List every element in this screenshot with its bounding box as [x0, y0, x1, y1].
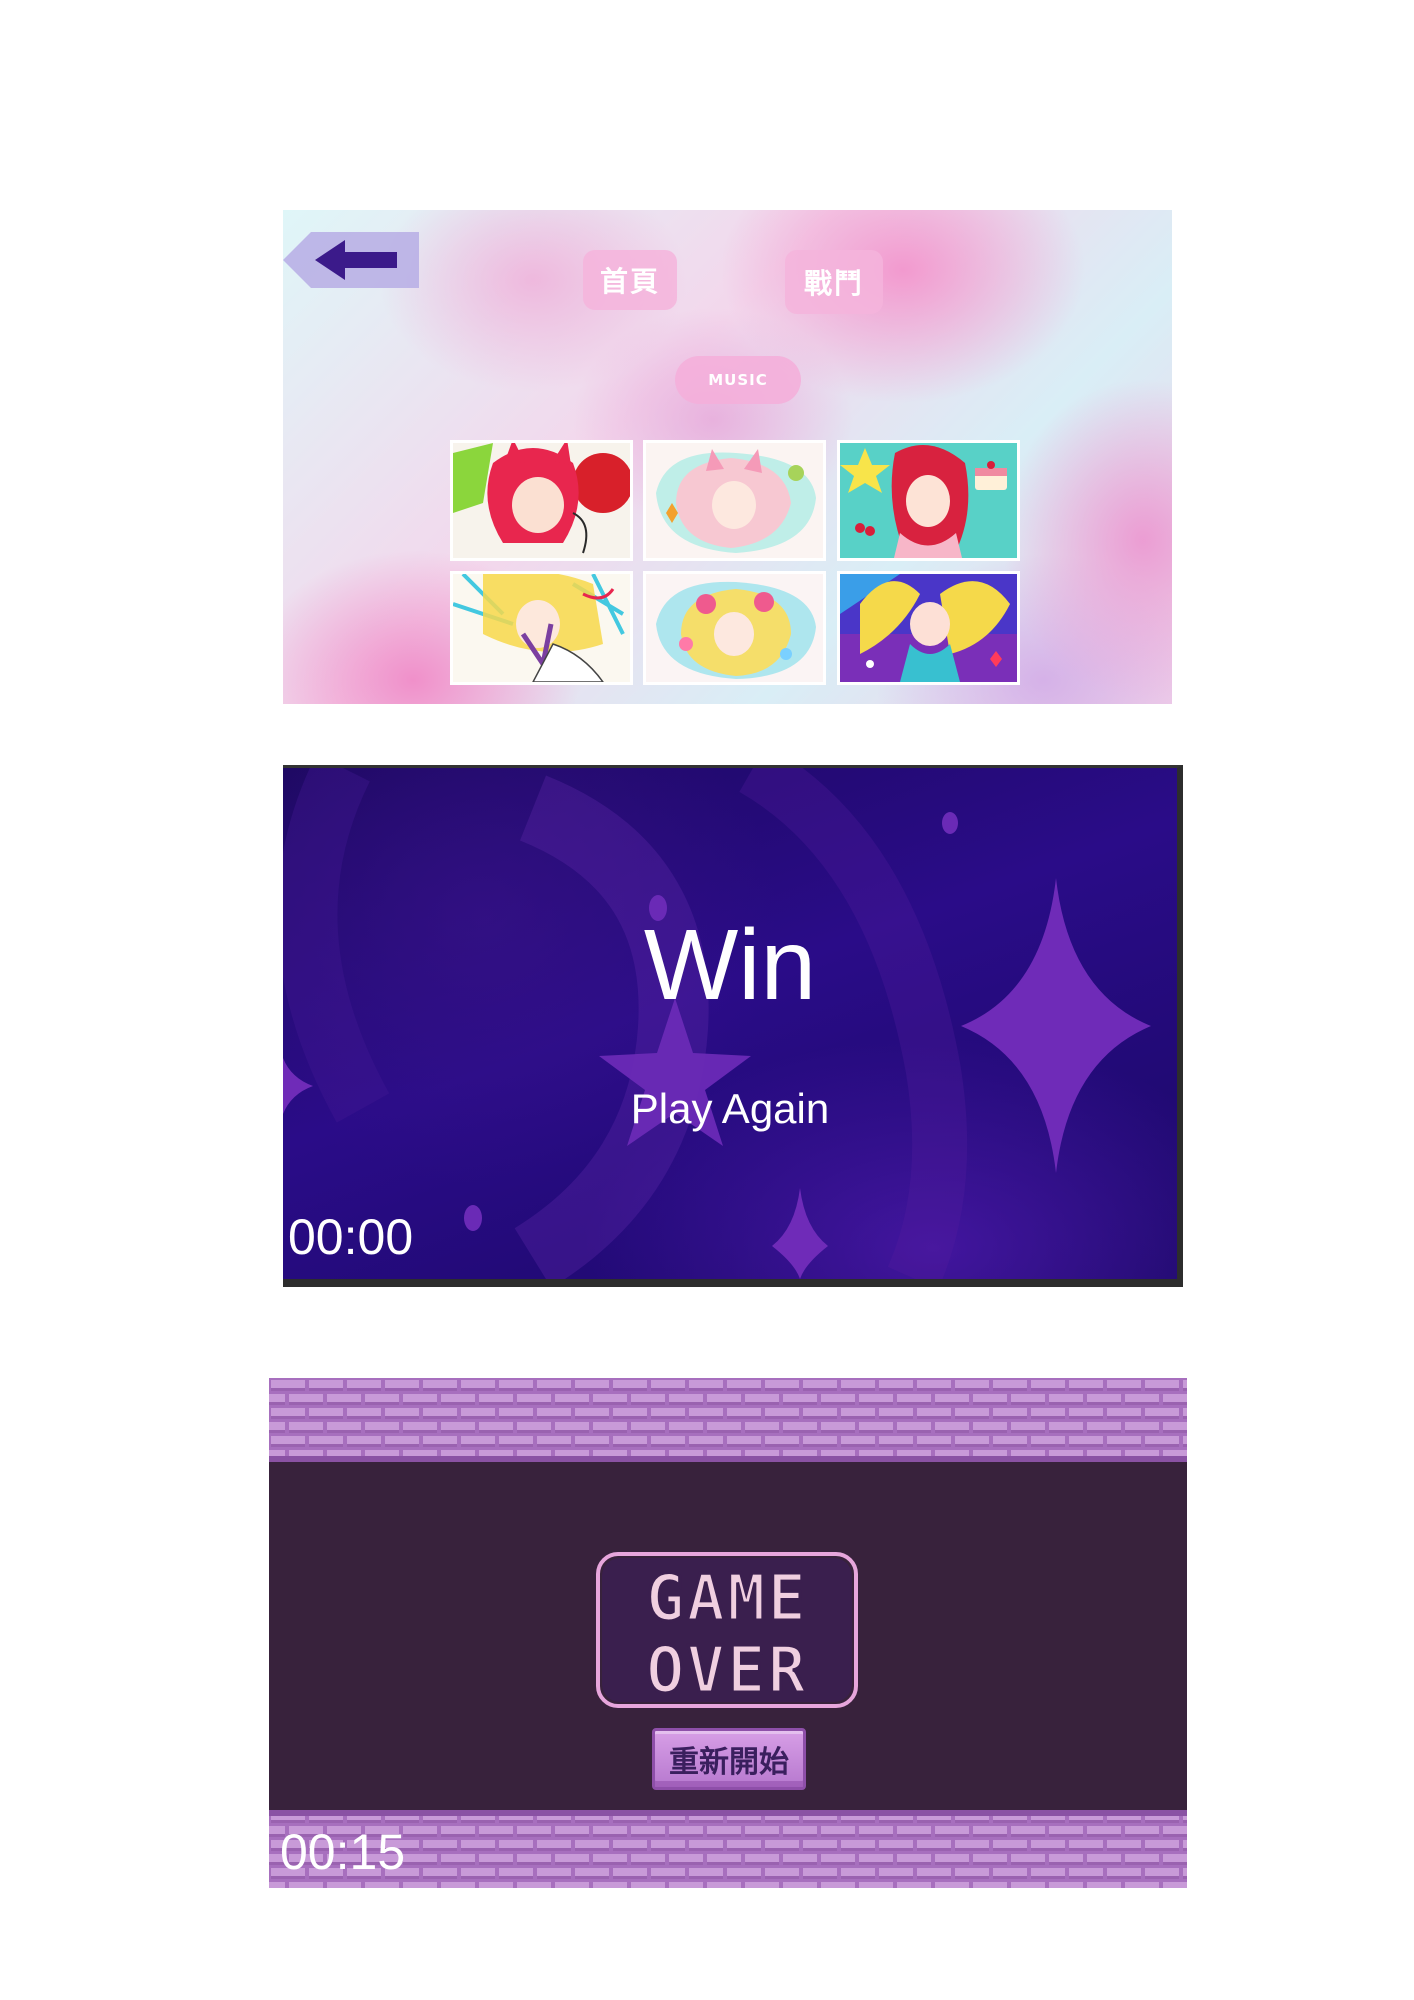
- restart-button[interactable]: 重新開始: [652, 1728, 806, 1790]
- game-over-screen: GAME OVER 重新開始 00:15: [269, 1378, 1187, 1888]
- thumbnail-red-cat-girl-strawberry[interactable]: [453, 443, 630, 558]
- battle-label: 戰鬥: [803, 267, 864, 300]
- brick-wall-bottom: [269, 1810, 1187, 1888]
- red-cat-girl-strawberry-image: [453, 443, 630, 558]
- timer: 00:00: [288, 1209, 414, 1265]
- win-screen: Win Play Again 00:00: [283, 765, 1183, 1287]
- home-button[interactable]: 首頁: [583, 250, 677, 310]
- blonde-twin-tails-girl-image: [840, 574, 1017, 682]
- pink-cat-girl-bowl-image: [646, 443, 823, 558]
- game-over-line1: GAME: [646, 1562, 808, 1636]
- game-over-line2: OVER: [646, 1634, 808, 1708]
- thumbnail-red-hair-girl-cake[interactable]: [840, 443, 1017, 558]
- brick-wall-top: [269, 1378, 1187, 1462]
- thumbnail-blonde-twin-tails-girl[interactable]: [840, 574, 1017, 682]
- back-button[interactable]: [283, 230, 419, 290]
- thumbnail-pink-cat-girl-bowl[interactable]: [646, 443, 823, 558]
- win-title: Win: [643, 909, 817, 1021]
- game-over-logo: GAME OVER: [596, 1552, 858, 1708]
- home-label: 首頁: [599, 265, 660, 298]
- play-again-button[interactable]: Play Again: [283, 1085, 1177, 1133]
- timer: 00:15: [280, 1824, 406, 1880]
- music-button[interactable]: MUSIC: [675, 356, 801, 404]
- play-again-label[interactable]: Play Again: [631, 1085, 829, 1132]
- left-arrow-icon: [283, 232, 419, 288]
- battle-button[interactable]: 戰鬥: [785, 250, 883, 314]
- red-hair-girl-cake-image: [840, 443, 1017, 558]
- blonde-pink-girl-candy-image: [646, 574, 823, 682]
- blonde-girl-sketch-image: [453, 574, 630, 682]
- sparkle-star-icon: [772, 1188, 828, 1279]
- menu-screen: 首頁 戰鬥 MUSIC: [283, 210, 1172, 704]
- starry-background: [283, 768, 1151, 1279]
- restart-label: 重新開始: [669, 1745, 789, 1780]
- thumbnail-blonde-girl-sketch[interactable]: [453, 574, 630, 682]
- music-label: MUSIC: [708, 371, 768, 389]
- thumbnail-blonde-pink-girl-candy[interactable]: [646, 574, 823, 682]
